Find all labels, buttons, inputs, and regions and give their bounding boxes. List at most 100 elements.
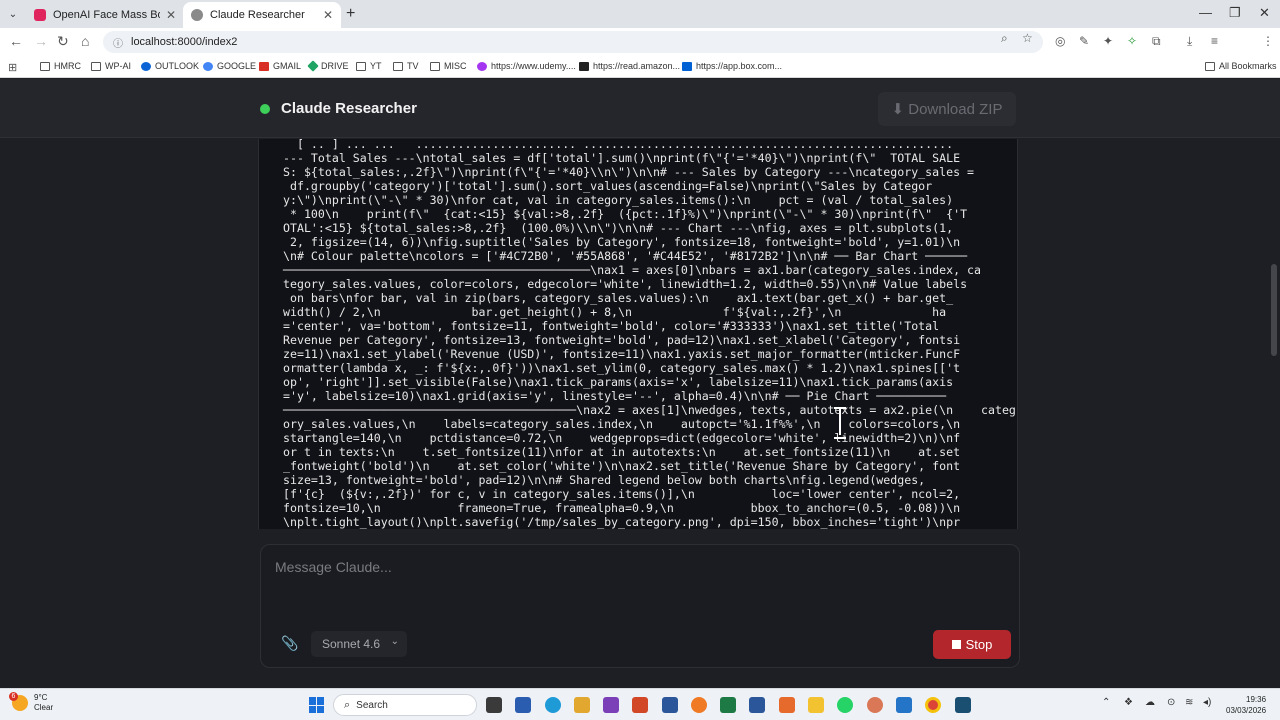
cloud-icon[interactable]: ☁ bbox=[1145, 697, 1155, 708]
back-icon[interactable]: ← bbox=[9, 33, 23, 49]
terminal-icon[interactable] bbox=[955, 697, 971, 713]
powerpoint-icon[interactable] bbox=[632, 697, 648, 713]
restore-icon[interactable]: ❐ bbox=[1229, 5, 1241, 21]
taskbar-search[interactable]: ⌕ Search bbox=[333, 694, 477, 716]
reload-icon[interactable]: ↻ bbox=[57, 33, 69, 50]
folder-icon bbox=[91, 61, 101, 71]
app-icon[interactable] bbox=[603, 697, 619, 713]
tab-openai-boycott[interactable]: OpenAI Face Mass Boycott Afte ✕ bbox=[26, 2, 184, 28]
bookmark-wp-ai[interactable]: WP-AI bbox=[91, 61, 131, 71]
bookmark-misc[interactable]: MISC bbox=[430, 61, 467, 71]
site-info-icon[interactable]: ⓘ bbox=[113, 35, 123, 50]
folder-icon bbox=[1205, 61, 1215, 71]
store-icon[interactable] bbox=[515, 697, 531, 713]
tray-overflow-icon[interactable]: ⌃ bbox=[1102, 697, 1110, 708]
model-selector[interactable]: Sonnet 4.6 ⌄ bbox=[311, 631, 407, 657]
folder-icon bbox=[40, 61, 50, 71]
app-icon[interactable] bbox=[691, 697, 707, 713]
bookmark-drive[interactable]: DRIVE bbox=[307, 60, 349, 72]
bookmark-box[interactable]: https://app.box.com... bbox=[682, 61, 782, 71]
tab-claude-researcher[interactable]: Claude Researcher ✕ bbox=[183, 2, 341, 28]
whatsapp-icon[interactable] bbox=[837, 697, 853, 713]
browser-tab-strip: ⌄ OpenAI Face Mass Boycott Afte ✕ Claude… bbox=[0, 0, 1280, 28]
code-output-text: [ .. ] ... ... ....................... .… bbox=[283, 139, 1016, 529]
downloads-icon[interactable]: ⤓ bbox=[1187, 34, 1192, 49]
chevron-down-icon: ⌄ bbox=[390, 636, 399, 647]
weather-sun-icon: 6 bbox=[9, 692, 28, 711]
dropbox-icon[interactable]: ❖ bbox=[1124, 697, 1133, 708]
message-composer: 📎 Sonnet 4.6 ⌄ Stop bbox=[260, 544, 1020, 668]
app-header: Claude Researcher ⬇ Download ZIP bbox=[0, 79, 1280, 138]
app-icon[interactable] bbox=[574, 697, 590, 713]
extension-icon[interactable]: ✧ bbox=[1127, 34, 1137, 48]
edge-icon[interactable] bbox=[545, 697, 561, 713]
udemy-icon bbox=[477, 61, 487, 71]
volume-icon[interactable]: ◂) bbox=[1203, 697, 1211, 708]
excel-icon[interactable] bbox=[720, 697, 736, 713]
notification-badge: 6 bbox=[9, 692, 18, 701]
bookmark-amazon-read[interactable]: https://read.amazon... bbox=[579, 61, 680, 71]
all-bookmarks[interactable]: All Bookmarks bbox=[1205, 61, 1277, 71]
search-label: Search bbox=[356, 699, 388, 711]
task-view-icon[interactable] bbox=[486, 697, 502, 713]
extension-icon[interactable]: ◎ bbox=[1055, 34, 1065, 48]
windows-start-icon[interactable] bbox=[309, 697, 325, 713]
apps-grid-icon[interactable]: ⊞ bbox=[8, 61, 17, 74]
code-output-panel[interactable]: [ .. ] ... ... ....................... .… bbox=[258, 139, 1018, 529]
zoom-icon[interactable]: ⌕ bbox=[1001, 31, 1008, 46]
close-window-icon[interactable]: ✕ bbox=[1259, 5, 1270, 21]
clock-time: 19:36 bbox=[1246, 695, 1267, 704]
tab-search-dropdown-icon[interactable]: ⌄ bbox=[4, 4, 22, 24]
bookmark-star-icon[interactable]: ☆ bbox=[1022, 31, 1033, 45]
vscode-icon[interactable] bbox=[896, 697, 912, 713]
bookmark-label: OUTLOOK bbox=[155, 61, 200, 71]
message-input[interactable] bbox=[275, 559, 1005, 599]
bookmark-gmail[interactable]: GMAIL bbox=[259, 61, 301, 71]
bookmark-label: GOOGLE bbox=[217, 61, 257, 71]
new-tab-icon[interactable]: + bbox=[346, 5, 355, 23]
close-tab-icon[interactable]: ✕ bbox=[323, 8, 333, 22]
bookmark-hmrc[interactable]: HMRC bbox=[40, 61, 81, 71]
bookmark-label: MISC bbox=[444, 61, 467, 71]
file-explorer-icon[interactable] bbox=[808, 697, 824, 713]
weather-temp: 9°C bbox=[34, 693, 48, 702]
bookmark-label: DRIVE bbox=[321, 61, 349, 71]
bookmark-outlook[interactable]: OUTLOOK bbox=[141, 61, 199, 71]
minimize-icon[interactable]: — bbox=[1199, 5, 1212, 20]
media-icon[interactable]: ≡ bbox=[1211, 34, 1218, 48]
claude-researcher-app: Claude Researcher ⬇ Download ZIP [ .. ] … bbox=[0, 79, 1280, 688]
bookmark-udemy[interactable]: https://www.udemy.... bbox=[477, 61, 576, 71]
folder-icon bbox=[393, 61, 403, 71]
bookmark-label: https://app.box.com... bbox=[696, 61, 783, 71]
extension-pen-icon[interactable]: ✎ bbox=[1079, 34, 1089, 48]
bookmark-google[interactable]: GOOGLE bbox=[203, 61, 256, 71]
close-tab-icon[interactable]: ✕ bbox=[166, 8, 176, 22]
forward-icon[interactable]: → bbox=[34, 33, 48, 49]
claude-icon[interactable] bbox=[867, 697, 883, 713]
stop-button[interactable]: Stop bbox=[933, 630, 1011, 659]
paperclip-icon[interactable]: 📎 bbox=[281, 635, 298, 652]
word-icon[interactable] bbox=[749, 697, 765, 713]
extensions-puzzle-icon[interactable]: ⧉ bbox=[1152, 34, 1161, 49]
stop-square-icon bbox=[951, 640, 961, 649]
bookmark-yt[interactable]: YT bbox=[356, 61, 382, 71]
model-label: Sonnet 4.6 bbox=[322, 637, 381, 651]
url-text: localhost:8000/index2 bbox=[131, 36, 238, 48]
bookmark-tv[interactable]: TV bbox=[393, 61, 419, 71]
system-clock[interactable]: 19:36 03/03/2026 bbox=[1226, 694, 1266, 716]
menu-kebab-icon[interactable]: ⋮ bbox=[1262, 34, 1274, 48]
wifi-icon[interactable]: ≋ bbox=[1185, 697, 1193, 708]
address-bar[interactable]: ⓘ localhost:8000/index2 bbox=[103, 31, 1043, 53]
extension-icon[interactable]: ✦ bbox=[1103, 34, 1113, 48]
home-icon[interactable]: ⌂ bbox=[81, 33, 89, 49]
app-icon[interactable] bbox=[779, 697, 795, 713]
download-zip-button[interactable]: ⬇ Download ZIP bbox=[878, 92, 1016, 126]
kindle-icon bbox=[579, 61, 589, 71]
app-icon[interactable] bbox=[662, 697, 678, 713]
chrome-icon[interactable] bbox=[925, 697, 941, 713]
clock-date: 03/03/2026 bbox=[1226, 706, 1267, 715]
outlook-icon bbox=[141, 61, 151, 71]
weather-widget[interactable]: 6 9°C Clear bbox=[9, 692, 53, 713]
microphone-icon[interactable]: ⊙ bbox=[1167, 697, 1175, 708]
page-scrollbar[interactable] bbox=[1271, 264, 1277, 356]
